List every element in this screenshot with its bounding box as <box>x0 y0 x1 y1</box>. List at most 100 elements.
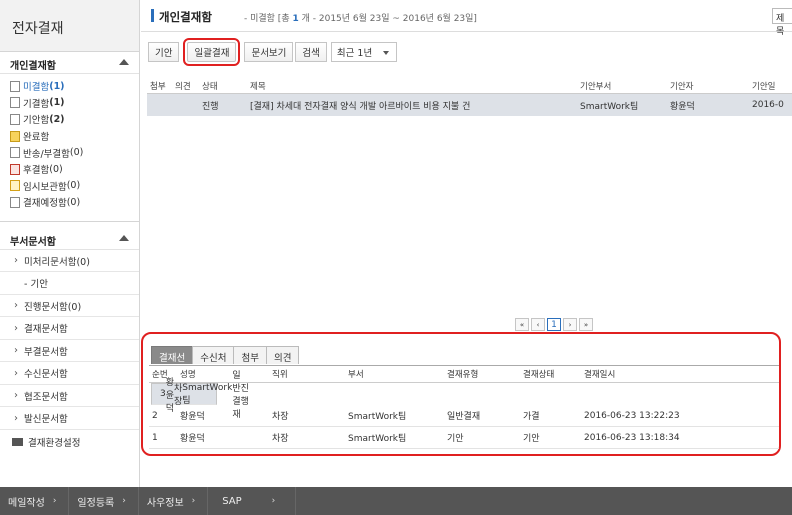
sidebar-item-drafted[interactable]: 기안함 (2) <box>10 111 139 128</box>
column-header[interactable]: 제목 <box>250 80 580 92</box>
sidebar-item-sent-docs[interactable]: › 발신문서함 <box>0 407 139 430</box>
sidebar-item-post-approval[interactable]: 후결함 (0) <box>10 161 139 178</box>
subtitle-prefix: - 미결함 [총 <box>244 14 290 24</box>
sidebar-item-label: 기안함 <box>23 115 50 127</box>
search-button[interactable]: 검색 <box>295 42 327 62</box>
sidebar-item-returned[interactable]: 반송/부결함 (0) <box>10 144 139 161</box>
sidebar-item-unprocessed[interactable]: › 미처리문서함(0) <box>0 250 139 273</box>
quick-menu-label: 일정등록 <box>77 497 115 509</box>
cell-type: 기안 <box>447 434 464 444</box>
chevron-right-icon: › <box>14 345 18 356</box>
chevron-right-icon: › <box>191 496 196 506</box>
tab-opinions[interactable]: 의견 <box>265 346 300 364</box>
sidebar-item-label: 임시보관함 <box>23 181 67 193</box>
sidebar-item-approved[interactable]: 기결함 (1) <box>10 95 139 112</box>
tab-approval-line[interactable]: 결재선 <box>151 346 194 364</box>
cell-dept: SmartWork팀 <box>182 382 233 406</box>
sidebar-item-approval-docs[interactable]: › 결재문서함 <box>0 317 139 340</box>
cell-position: 차장 <box>174 384 183 407</box>
table-row[interactable]: 진행 [결재] 차세대 전자결재 양식 개발 아르바이트 비용 지불 건 Sma… <box>147 94 792 116</box>
cell-name: 황윤덕 <box>180 412 205 422</box>
sidebar-section-dept-label: 부서문서함 <box>10 236 56 248</box>
column-header: 결재유형 <box>447 370 479 380</box>
view-document-button[interactable]: 문서보기 <box>244 42 294 62</box>
draft-button[interactable]: 기안 <box>148 42 180 62</box>
sidebar-section-personal[interactable]: 개인결재함 <box>0 52 139 74</box>
cell-state: 진행 <box>240 384 249 407</box>
sidebar-item-count: (2) <box>49 113 65 125</box>
sidebar-item-label: 미결함 <box>23 82 50 94</box>
quick-menu-label: 메일작성 <box>8 497 45 509</box>
main-content: 개인결재함 - 미결함 [총 1 개 - 2015년 6월 23일 ~ 2016… <box>141 0 792 487</box>
sidebar-item-cooperation-docs[interactable]: › 협조문서함 <box>0 385 139 408</box>
page-header: 개인결재함 - 미결함 [총 1 개 - 2015년 6월 23일 ~ 2016… <box>141 0 792 37</box>
next-page-button[interactable]: › <box>563 318 577 331</box>
sidebar-item-label: 반송/부결함 <box>23 148 70 160</box>
period-select[interactable]: 최근 1년 <box>330 42 397 62</box>
cell-type: 일반결재 <box>447 412 481 422</box>
chevron-right-icon: › <box>14 390 18 401</box>
page-number[interactable]: 1 <box>547 318 561 331</box>
sidebar-item-rejected-docs[interactable]: › 부결문서함 <box>0 340 139 363</box>
clock-document-icon <box>10 196 20 208</box>
first-page-button[interactable]: « <box>515 318 529 331</box>
column-header[interactable]: 기안자 <box>670 80 752 92</box>
last-page-button[interactable]: » <box>579 318 593 331</box>
approval-detail-panel: 결재선 수신처 첨부 의견 순번 성명 직위 부서 결재유형 결재상태 결재일시… <box>141 332 781 456</box>
sidebar-item-label: 진행문서함(0) <box>24 301 82 313</box>
cell-dept: SmartWork팀 <box>580 101 639 112</box>
column-header[interactable]: 기안부서 <box>580 80 670 92</box>
sidebar-item-label: 부결문서함 <box>24 346 68 358</box>
bulk-approve-button[interactable]: 일괄결재 <box>183 38 241 66</box>
column-header[interactable]: 의견 <box>175 80 202 92</box>
sidebar-subitem-draft[interactable]: - 기안 <box>0 272 139 295</box>
page-title: 개인결재함 <box>159 10 212 24</box>
sidebar-item-settings[interactable]: 결재환경설정 <box>0 430 139 454</box>
tab-attachments[interactable]: 첨부 <box>233 346 267 364</box>
sidebar-item-received-docs[interactable]: › 수신문서함 <box>0 362 139 385</box>
toolbar: 기안 일괄결재 문서보기 검색 최근 1년 <box>148 38 397 66</box>
column-header: 결재일시 <box>584 370 616 380</box>
column-header[interactable]: 기안일 <box>752 80 792 92</box>
page-subtitle: - 미결함 [총 1 개 - 2015년 6월 23일 ~ 2016년 6월 2… <box>244 11 477 24</box>
sidebar-item-count: (1) <box>49 97 65 109</box>
table-row[interactable]: 2 황윤덕 차장 SmartWork팀 일반결재 가결 2016-06-23 1… <box>149 405 779 427</box>
sidebar-item-label: 결재환경설정 <box>28 437 81 449</box>
cell-datetime: 2016-06-23 13:22:23 <box>584 410 680 421</box>
sidebar-item-pending[interactable]: 미결함 (1) <box>10 78 139 95</box>
prev-page-button[interactable]: ‹ <box>531 318 545 331</box>
tab-recipients[interactable]: 수신처 <box>192 346 235 364</box>
sidebar-item-label: 수신문서함 <box>24 369 68 380</box>
column-header[interactable]: 첨부 <box>147 80 175 92</box>
column-header[interactable]: 상태 <box>202 80 250 92</box>
chevron-right-icon: › <box>14 367 18 379</box>
quick-menu-add-schedule[interactable]: 일정등록 › <box>69 487 139 515</box>
sidebar-item-label: 결재문서함 <box>24 324 68 335</box>
grid-header: 첨부 의견 상태 제목 기안부서 기안자 기안일 <box>147 78 792 94</box>
quick-menu-sap[interactable]: SAP › <box>208 487 297 515</box>
collapse-icon[interactable] <box>119 59 129 65</box>
cell-position: 차장 <box>272 434 289 444</box>
detail-tabs: 결재선 수신처 첨부 의견 <box>151 346 300 364</box>
chevron-right-icon: › <box>14 300 18 311</box>
sidebar-item-completed[interactable]: 완료함 <box>10 128 139 145</box>
collapse-icon[interactable] <box>119 234 129 241</box>
sidebar-item-count: (1) <box>49 80 65 92</box>
cell-title[interactable]: [결재] 차세대 전자결재 양식 개발 아르바이트 비용 지불 건 <box>250 99 580 112</box>
sidebar-section-dept[interactable]: 부서문서함 <box>0 228 139 250</box>
sidebar-item-in-progress[interactable]: › 진행문서함(0) <box>0 295 139 318</box>
sidebar-item-label: 결재예정함 <box>23 198 67 210</box>
quick-menu-compose-mail[interactable]: 메일작성 › <box>0 487 70 515</box>
sidebar-item-count: (0) <box>66 180 81 192</box>
title-search-dropdown[interactable]: 제목 <box>772 8 792 37</box>
cell-date: 2016-0 <box>752 100 784 110</box>
monitor-icon <box>12 437 23 446</box>
quick-menu-employee-info[interactable]: 사우정보 › <box>139 487 209 515</box>
table-row[interactable]: 1 황윤덕 차장 SmartWork팀 기안 기안 2016-06-23 13:… <box>149 427 779 449</box>
sidebar-item-scheduled[interactable]: 결재예정함 (0) <box>10 194 139 211</box>
table-row[interactable]: 3 황윤덕 차장 SmartWork팀 일반결재 진행 <box>151 371 249 420</box>
cell-type: 일반결재 <box>232 371 241 420</box>
quick-menu-label: SAP <box>222 495 242 507</box>
cell-datetime: 2016-06-23 13:18:34 <box>584 432 680 443</box>
sidebar-item-temp[interactable]: 임시보관함 (0) <box>10 178 139 195</box>
